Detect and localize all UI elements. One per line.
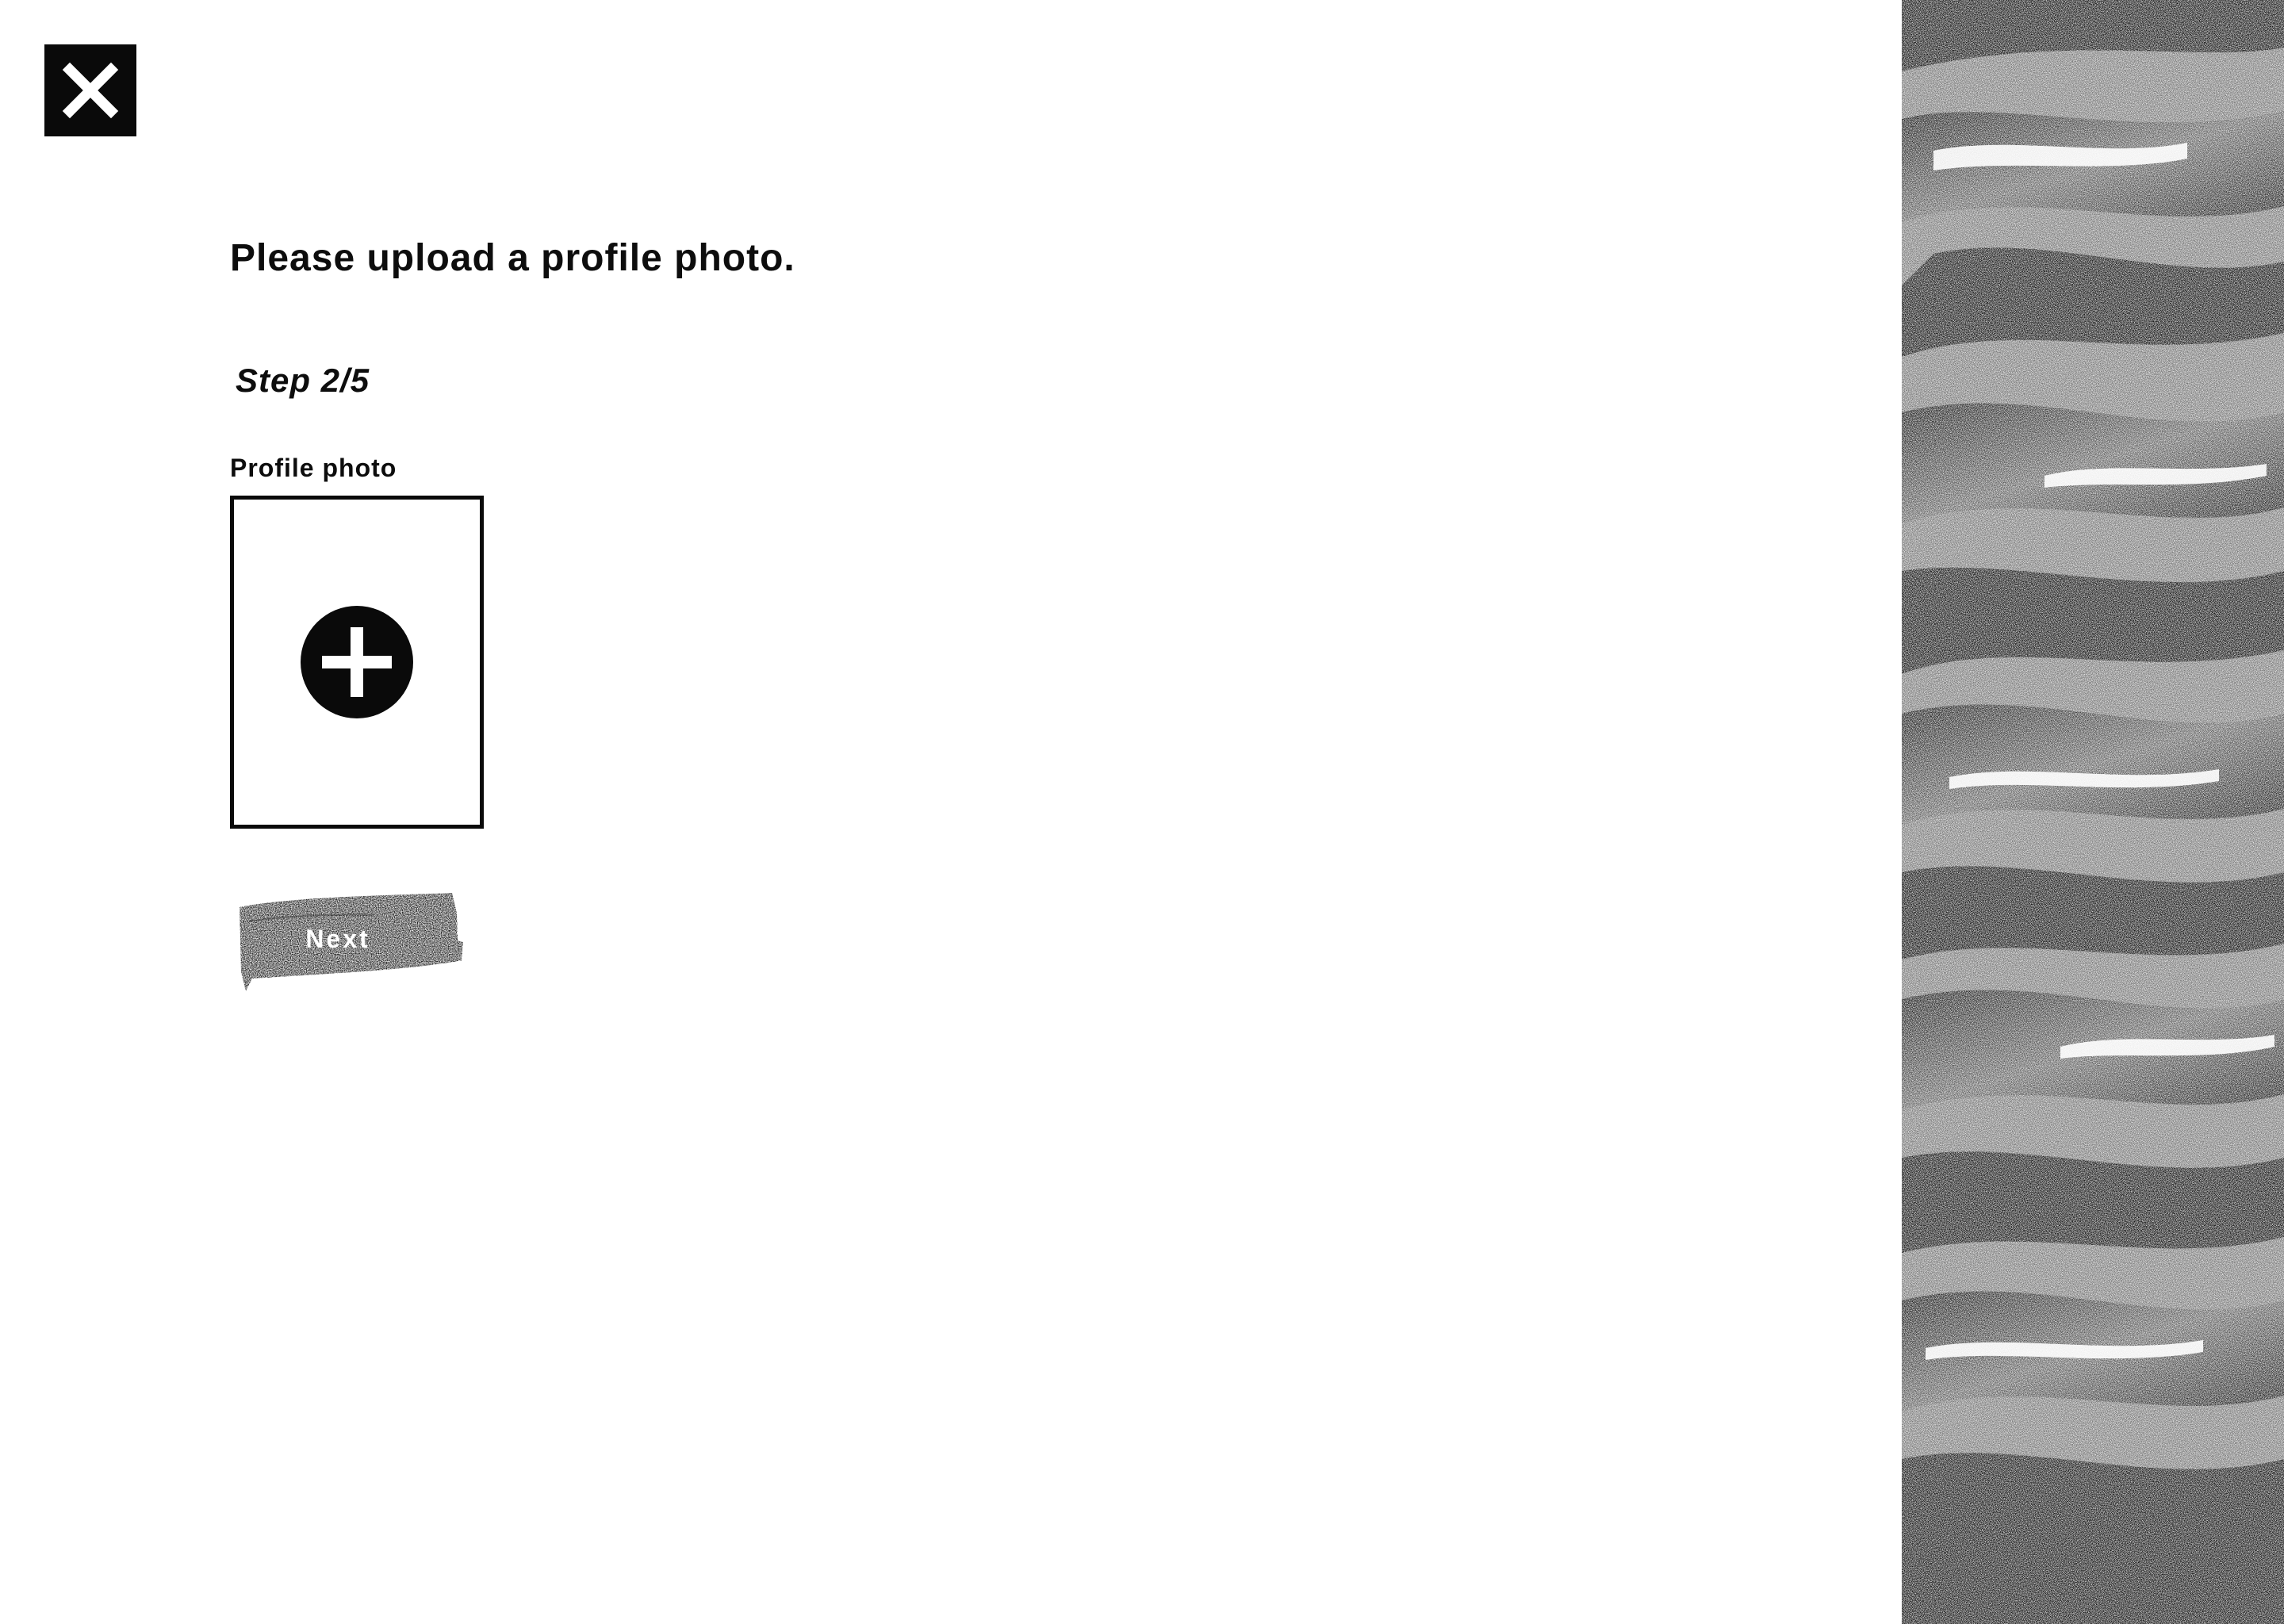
close-icon (62, 62, 119, 119)
page-title: Please upload a profile photo. (230, 237, 795, 279)
next-button[interactable]: Next (232, 879, 463, 996)
profile-photo-label: Profile photo (230, 454, 397, 482)
step-indicator: Step 2/5 (236, 362, 370, 399)
close-button[interactable] (44, 44, 136, 136)
decorative-artwork (1902, 0, 2284, 1624)
stippled-brushstrokes-image (1902, 0, 2284, 1624)
profile-photo-upload[interactable] (230, 496, 484, 829)
next-button-label: Next (305, 924, 370, 953)
profile-photo-step-page: Please upload a profile photo. Step 2/5 … (0, 0, 2284, 1624)
plus-circle-icon (301, 606, 413, 718)
